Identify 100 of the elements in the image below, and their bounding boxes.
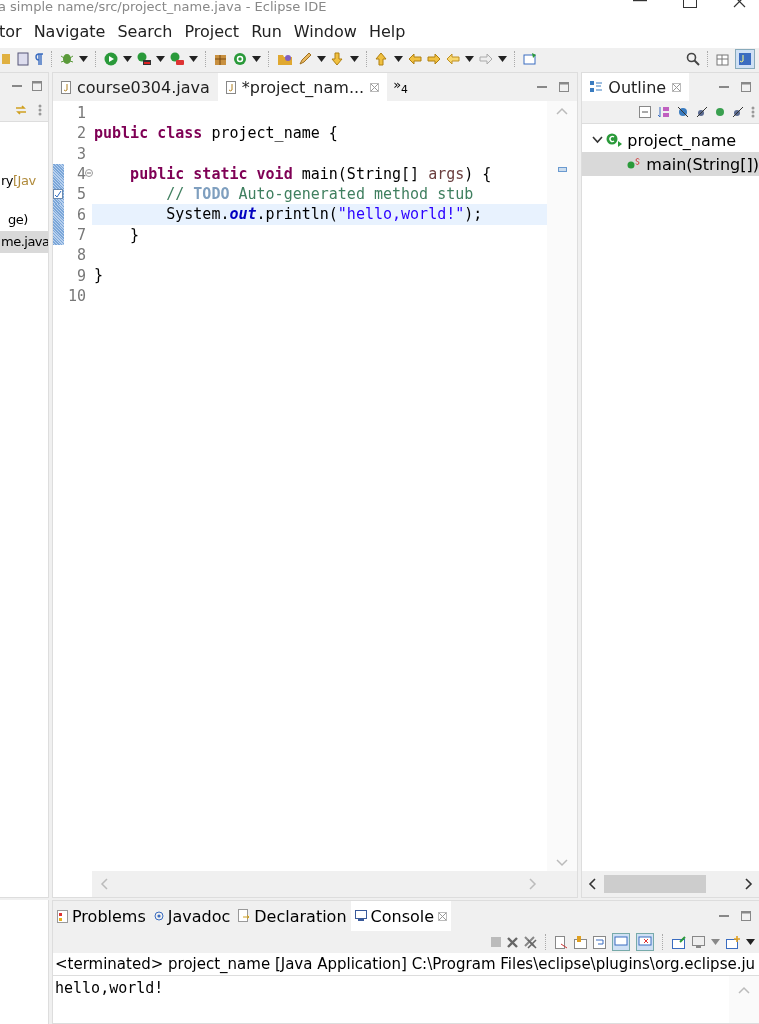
new-class-icon[interactable] bbox=[233, 52, 247, 66]
tree-item[interactable]: ge) bbox=[0, 209, 48, 231]
open-perspective-icon[interactable] bbox=[716, 52, 730, 66]
line-number: 9 bbox=[76, 266, 86, 285]
hide-local-icon[interactable] bbox=[732, 106, 744, 118]
show-stdout-icon[interactable] bbox=[612, 933, 630, 951]
java-file-icon bbox=[225, 80, 236, 94]
line-number: 7 bbox=[76, 225, 86, 244]
line-number: 2 bbox=[76, 124, 86, 143]
back-icon[interactable] bbox=[446, 52, 460, 66]
toolbar-icon[interactable] bbox=[17, 52, 29, 66]
link-icon[interactable] bbox=[14, 104, 28, 116]
tree-item[interactable]: ry[Jav bbox=[0, 170, 48, 192]
view-tab[interactable]: Declaration bbox=[234, 901, 351, 931]
remove-all-icon[interactable] bbox=[524, 935, 537, 949]
pilcrow-icon[interactable] bbox=[34, 52, 44, 66]
menu-item[interactable]: Navigate bbox=[33, 21, 106, 41]
pen-icon[interactable] bbox=[298, 52, 312, 66]
fold-icon[interactable] bbox=[85, 168, 93, 177]
line-number: 5 bbox=[76, 185, 86, 204]
word-wrap-icon[interactable] bbox=[593, 935, 606, 949]
hide-fields-icon[interactable] bbox=[677, 106, 689, 118]
line-number: 3 bbox=[76, 144, 86, 163]
dropdown-caret-icon[interactable] bbox=[156, 56, 165, 62]
view-tab[interactable]: Problems bbox=[53, 901, 150, 931]
hide-nonpublic-icon[interactable] bbox=[715, 107, 725, 117]
static-method-icon bbox=[627, 158, 642, 170]
outline-icon bbox=[590, 81, 603, 93]
dropdown-caret-icon[interactable] bbox=[498, 56, 507, 62]
scroll-lock-icon[interactable] bbox=[574, 935, 587, 949]
dropdown-caret-icon[interactable] bbox=[123, 56, 132, 62]
code-line: public static void main(String[] args) { bbox=[129, 164, 492, 183]
run-icon[interactable] bbox=[104, 52, 118, 66]
at-sign-icon bbox=[153, 911, 164, 921]
perspective-icon[interactable] bbox=[523, 52, 537, 66]
pin-console-icon[interactable] bbox=[672, 935, 686, 949]
menu-item[interactable]: Search bbox=[117, 21, 173, 41]
folder-icon[interactable] bbox=[277, 52, 293, 66]
line-number: 8 bbox=[76, 246, 86, 265]
menu-item[interactable]: tor bbox=[0, 21, 22, 41]
line-number: 10 bbox=[67, 286, 86, 305]
dropdown-caret-icon[interactable] bbox=[465, 56, 474, 62]
forward-icon[interactable] bbox=[479, 52, 493, 66]
up-arrow-icon[interactable] bbox=[375, 52, 389, 66]
dropdown-caret-icon[interactable] bbox=[317, 56, 326, 62]
scroll-up-icon[interactable] bbox=[738, 986, 750, 994]
console-icon bbox=[354, 910, 367, 922]
view-tab[interactable]: Console bbox=[350, 901, 452, 931]
tree-item[interactable]: project_name bbox=[627, 130, 737, 150]
sort-icon[interactable] bbox=[658, 106, 670, 118]
menu-item[interactable]: Run bbox=[251, 21, 282, 41]
collapse-all-icon[interactable] bbox=[639, 106, 651, 118]
editor-tab[interactable]: *project_nam... bbox=[217, 73, 388, 101]
menu-item[interactable]: Window bbox=[293, 21, 357, 41]
minimize-icon[interactable] bbox=[633, 0, 647, 2]
new-console-icon[interactable] bbox=[726, 935, 740, 949]
back-edit-icon[interactable] bbox=[408, 52, 422, 66]
display-console-icon[interactable] bbox=[692, 935, 705, 949]
line-number: 4 bbox=[76, 165, 86, 184]
bug-icon[interactable] bbox=[60, 52, 74, 66]
declaration-icon bbox=[238, 909, 251, 923]
line-number: 1 bbox=[76, 104, 86, 123]
dropdown-caret-icon[interactable] bbox=[252, 56, 261, 62]
tree-item[interactable]: main(String[]) bbox=[582, 152, 759, 176]
more-icon[interactable] bbox=[38, 104, 42, 116]
forward-edit-icon[interactable] bbox=[427, 52, 441, 66]
dropdown-caret-icon[interactable] bbox=[79, 56, 88, 62]
dropdown-caret-icon[interactable] bbox=[350, 56, 359, 62]
menu-item[interactable]: Help bbox=[368, 21, 406, 41]
scroll-left-icon[interactable] bbox=[588, 878, 597, 890]
tab-overflow[interactable]: »$_{4}$ bbox=[387, 73, 414, 100]
java-perspective-icon[interactable] bbox=[735, 49, 755, 69]
outline-tab[interactable]: Outline bbox=[582, 73, 690, 101]
scroll-up-icon[interactable] bbox=[556, 107, 569, 115]
dropdown-caret-icon[interactable] bbox=[394, 56, 403, 62]
package-icon[interactable] bbox=[214, 52, 228, 66]
hide-static-icon[interactable] bbox=[696, 106, 708, 118]
view-tab[interactable]: Javadoc bbox=[149, 901, 235, 931]
toolbar-icon[interactable] bbox=[2, 52, 12, 66]
show-stderr-icon[interactable] bbox=[636, 933, 654, 951]
down-arrow-icon[interactable] bbox=[331, 52, 345, 66]
scrollbar-thumb[interactable] bbox=[604, 875, 707, 893]
editor-tab[interactable]: course0304.java bbox=[53, 73, 218, 101]
line-number: 6 bbox=[76, 205, 86, 224]
dropdown-caret-icon[interactable] bbox=[746, 939, 755, 945]
menu-item[interactable]: Project bbox=[184, 21, 240, 41]
maximize-icon[interactable] bbox=[683, 0, 697, 8]
more-icon[interactable] bbox=[751, 106, 755, 118]
remove-icon[interactable] bbox=[507, 936, 518, 948]
tree-item[interactable]: me.java bbox=[0, 231, 48, 253]
search-icon[interactable] bbox=[686, 52, 700, 66]
scroll-down-icon[interactable] bbox=[556, 859, 569, 867]
code-line: System.out.println("hello,world!"); bbox=[165, 205, 483, 224]
dropdown-caret-icon[interactable] bbox=[189, 56, 198, 62]
code-line: public class project_name { bbox=[94, 124, 338, 143]
external-tool-icon[interactable] bbox=[137, 52, 151, 66]
code-line: } bbox=[129, 225, 140, 244]
clear-console-icon[interactable] bbox=[555, 935, 568, 949]
scroll-right-icon[interactable] bbox=[745, 878, 753, 890]
expand-chevron-icon[interactable] bbox=[592, 136, 604, 144]
